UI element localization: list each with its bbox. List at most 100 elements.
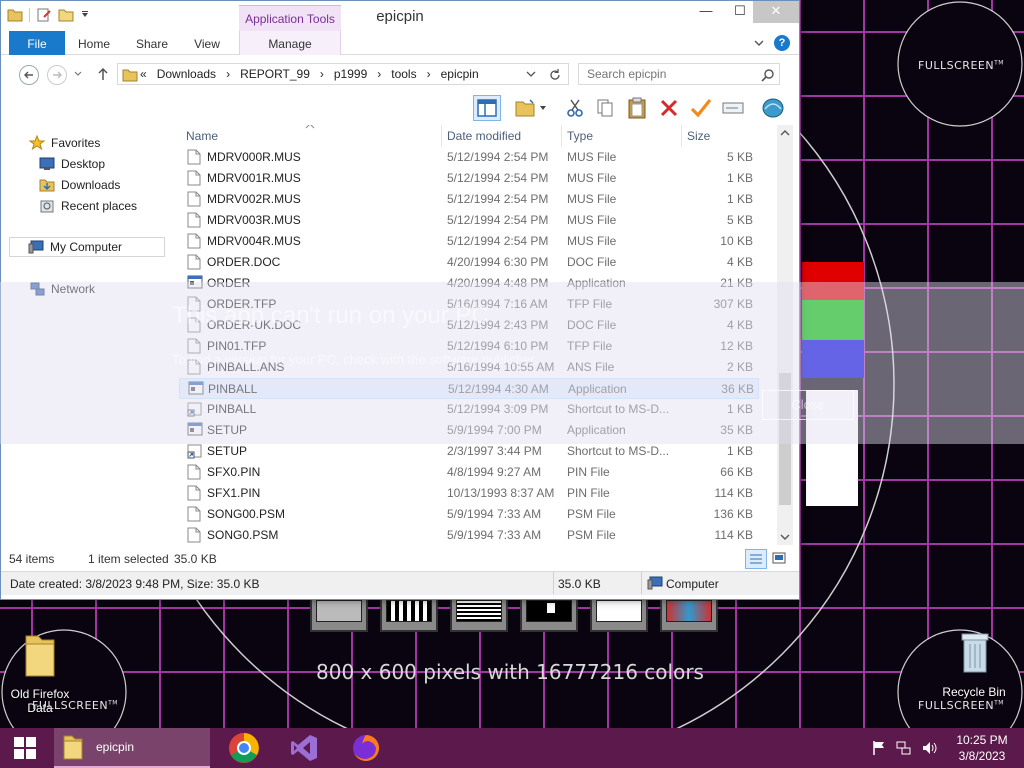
column-header-type[interactable]: Type (567, 129, 667, 147)
title-bar[interactable]: Application Tools epicpin — ☐ ✕ (1, 1, 799, 31)
file-row[interactable]: PINBALL.ANS 5/16/1994 10:55 AM ANS File 2 K… (179, 357, 759, 378)
help-button[interactable]: ? (774, 35, 790, 51)
file-row[interactable]: ORDER 4/20/1994 4:48 PM Application 21 KB (179, 273, 759, 294)
forward-button[interactable] (47, 65, 67, 85)
scroll-up-icon[interactable] (780, 129, 790, 137)
nav-item-label: Downloads (61, 178, 121, 192)
breadcrumb-epicpin[interactable]: epicpin (441, 67, 479, 81)
file-date: 5/9/1994 7:33 AM (447, 528, 542, 542)
search-box[interactable] (578, 63, 780, 85)
file-row[interactable]: SFX0.PIN 4/8/1994 9:27 AM PIN File 66 KB (179, 462, 759, 483)
file-row[interactable]: ORDER-UK.DOC 5/12/1994 2:43 PM DOC File 4 K… (179, 315, 759, 336)
file-date: 5/12/1994 2:54 PM (447, 213, 549, 227)
breadcrumb-report-99[interactable]: REPORT_99 (240, 67, 310, 81)
scrollbar-thumb[interactable] (779, 373, 791, 505)
tab-share[interactable]: Share (127, 31, 177, 55)
network-shell-button[interactable] (759, 95, 787, 121)
file-row[interactable]: SETUP 2/3/1997 3:44 PM Shortcut to MS-D...… (179, 441, 759, 462)
address-history-chevron-icon[interactable] (526, 71, 536, 79)
copy-button[interactable] (591, 95, 619, 121)
file-row[interactable]: ORDER.DOC 4/20/1994 6:30 PM DOC File 4 KB (179, 252, 759, 273)
file-row[interactable]: SETUP 5/9/1994 7:00 PM Application 35 KB (179, 420, 759, 441)
nav-item-network[interactable]: Network (29, 279, 95, 299)
taskbar-item-visual-studio[interactable] (282, 728, 326, 768)
file-row[interactable]: PIN01.TFP 5/12/1994 6:10 PM TFP File 12 KB (179, 336, 759, 357)
file-type: MUS File (567, 171, 617, 185)
file-row[interactable]: MDRV004R.MUS 5/12/1994 2:54 PM MUS File 10 … (179, 231, 759, 252)
scroll-down-icon[interactable] (780, 533, 790, 541)
file-row[interactable]: SONG0.PSM 5/9/1994 7:33 AM PSM File 114 KB (179, 525, 759, 545)
up-arrow-icon[interactable] (97, 67, 109, 81)
column-separator[interactable] (561, 125, 562, 147)
rename-button[interactable] (719, 95, 747, 121)
file-row[interactable]: MDRV000R.MUS 5/12/1994 2:54 PM MUS File 5 K… (179, 147, 759, 168)
details-view-button[interactable] (745, 549, 767, 569)
arrow-left-icon (24, 71, 33, 79)
file-date: 5/12/1994 2:54 PM (447, 234, 549, 248)
column-separator[interactable] (681, 125, 682, 147)
tab-file[interactable]: File (9, 31, 65, 55)
breadcrumb-tools[interactable]: tools (391, 67, 416, 81)
taskbar-clock[interactable]: 10:25 PM 3/8/2023 (950, 732, 1014, 764)
breadcrumb-downloads[interactable]: Downloads (157, 67, 216, 81)
preview-pane-button[interactable] (473, 95, 501, 121)
maximize-button[interactable]: ☐ (723, 1, 757, 23)
nav-item-desktop[interactable]: Desktop (39, 154, 105, 174)
taskbar-item-label: epicpin (96, 740, 135, 754)
taskbar-item-firefox[interactable] (344, 728, 388, 768)
flag-icon[interactable] (872, 740, 886, 756)
file-row[interactable]: MDRV002R.MUS 5/12/1994 2:54 PM MUS File 1 K… (179, 189, 759, 210)
file-row[interactable]: MDRV003R.MUS 5/12/1994 2:54 PM MUS File 5 K… (179, 210, 759, 231)
column-header-name[interactable]: Name (186, 129, 436, 147)
ribbon-expand-icon[interactable] (753, 38, 765, 48)
refresh-icon[interactable] (548, 68, 562, 82)
cut-button[interactable] (561, 95, 589, 121)
start-button[interactable] (0, 728, 50, 768)
file-name: SETUP (207, 444, 248, 458)
tab-manage[interactable]: Manage (239, 31, 341, 55)
breadcrumb-overflow[interactable]: « (140, 67, 147, 81)
column-header-size[interactable]: Size (687, 129, 757, 147)
file-type: TFP File (567, 339, 613, 353)
delete-button[interactable] (655, 95, 683, 121)
large-icons-view-button[interactable] (769, 549, 791, 569)
desktop-icon-recycle-bin[interactable]: Recycle Bin (934, 630, 1014, 699)
properties-button[interactable] (687, 95, 715, 121)
nav-item-label: Network (51, 282, 96, 296)
taskbar-item-chrome[interactable] (222, 728, 266, 768)
file-date: 5/12/1994 6:10 PM (447, 339, 549, 353)
address-bar[interactable]: « Downloads › REPORT_99 › p1999 › tools … (117, 63, 569, 85)
close-button[interactable]: ✕ (753, 1, 799, 23)
search-icon[interactable] (761, 68, 775, 82)
breadcrumb-p1999[interactable]: p1999 (334, 67, 367, 81)
minimize-button[interactable]: — (689, 1, 723, 23)
vertical-scrollbar[interactable] (777, 125, 793, 545)
paste-button[interactable] (623, 95, 651, 121)
file-type: Shortcut to MS-D... (567, 402, 670, 416)
file-row[interactable]: SFX1.PIN 10/13/1993 8:37 AM PIN File 114 KB (179, 483, 759, 504)
nav-item-downloads[interactable]: Downloads (39, 175, 120, 195)
file-icon (187, 149, 201, 168)
column-separator[interactable] (441, 125, 442, 147)
file-type: MUS File (567, 192, 617, 206)
file-size: 66 KB (720, 465, 753, 479)
nav-item-favorites[interactable]: Favorites (29, 133, 100, 153)
file-row[interactable]: ORDER.TFP 5/16/1994 7:16 AM TFP File 307 KB (179, 294, 759, 315)
nav-item-recent-places[interactable]: Recent places (39, 196, 137, 216)
search-input[interactable] (587, 64, 757, 84)
tab-view[interactable]: View (185, 31, 229, 55)
column-header-date[interactable]: Date modified (447, 129, 557, 147)
file-row[interactable]: SONG00.PSM 5/9/1994 7:33 AM PSM File 136 KB (179, 504, 759, 525)
volume-icon[interactable] (922, 740, 938, 756)
nav-item-my-computer[interactable]: My Computer (9, 237, 165, 257)
file-row[interactable]: PINBALL 5/12/1994 3:09 PM Shortcut to MS-D… (179, 399, 759, 420)
new-folder-button[interactable] (509, 95, 553, 121)
back-button[interactable] (19, 65, 39, 85)
recent-locations-chevron-icon[interactable] (73, 70, 83, 78)
taskbar-item-explorer[interactable]: epicpin (54, 728, 210, 768)
network-status-icon[interactable] (896, 740, 912, 756)
file-row[interactable]: PINBALL 5/12/1994 4:30 AM Application 36 KB (179, 378, 759, 399)
file-row[interactable]: MDRV001R.MUS 5/12/1994 2:54 PM MUS File 1 K… (179, 168, 759, 189)
tab-home[interactable]: Home (71, 31, 117, 55)
desktop-icon-old-firefox-data[interactable]: Old Firefox Data (0, 630, 80, 715)
